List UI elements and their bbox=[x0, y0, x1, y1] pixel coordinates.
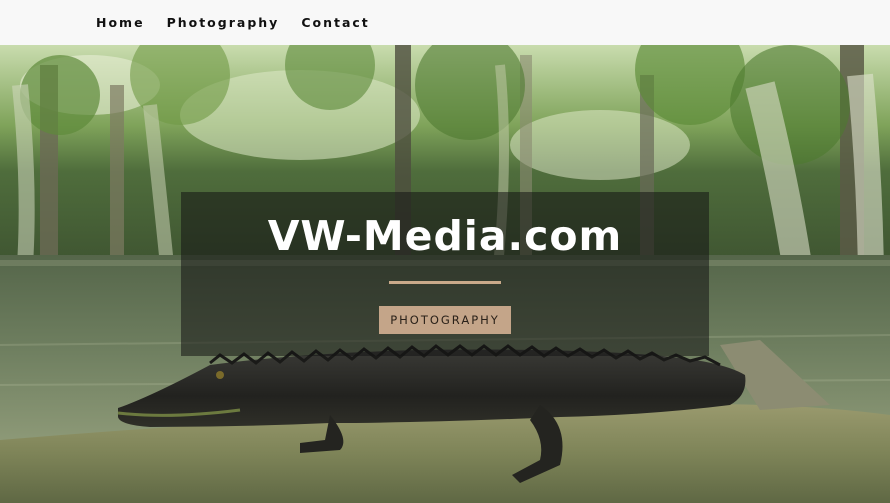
nav-link-photography[interactable]: Photography bbox=[167, 15, 280, 30]
nav-link-home[interactable]: Home bbox=[96, 15, 145, 30]
nav-link-contact[interactable]: Contact bbox=[301, 15, 369, 30]
photography-button[interactable]: PHOTOGRAPHY bbox=[379, 306, 511, 334]
top-navigation: Home Photography Contact bbox=[0, 0, 890, 45]
title-divider bbox=[389, 281, 501, 284]
site-title: VW-Media.com bbox=[267, 212, 623, 260]
